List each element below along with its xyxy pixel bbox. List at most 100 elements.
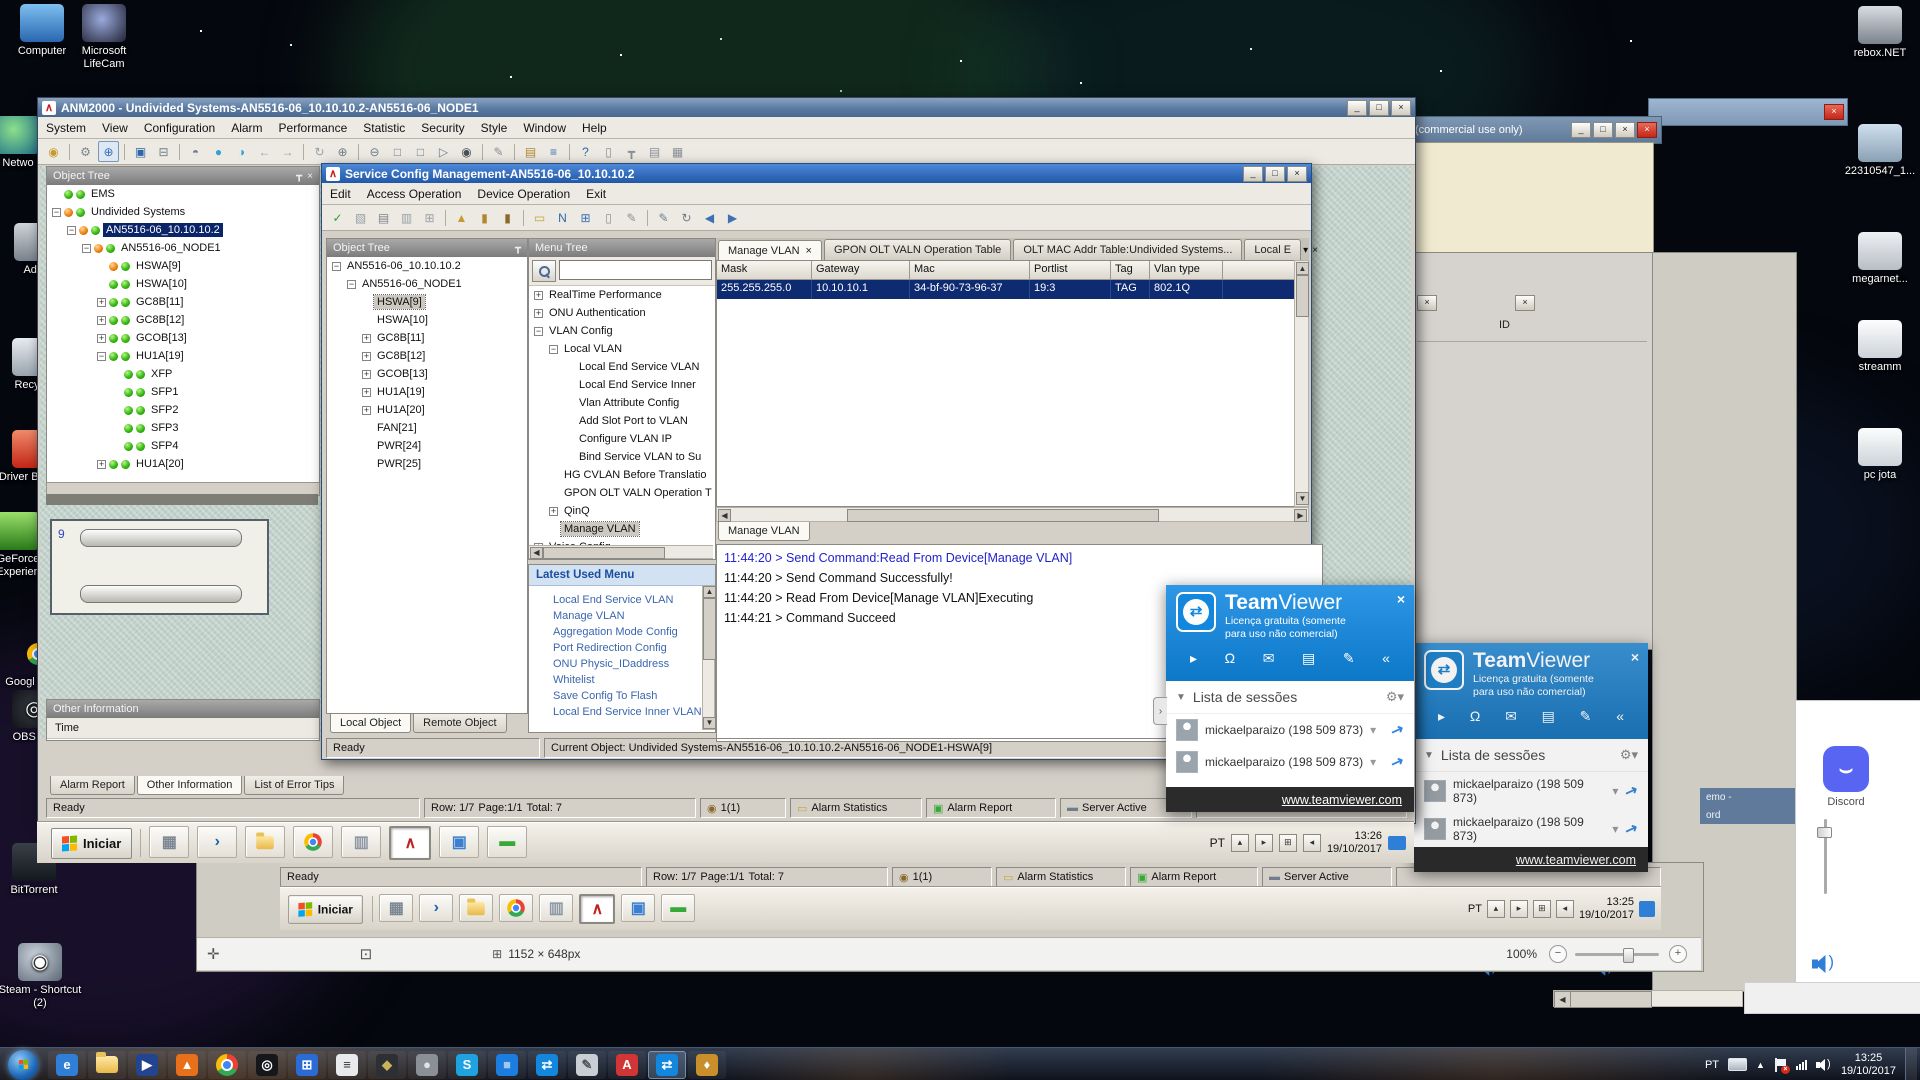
tree-item[interactable]: +GC8B[12] (327, 347, 527, 365)
expander-icon[interactable]: − (67, 226, 76, 235)
powershell-icon[interactable]: › (197, 826, 237, 858)
pin-icon[interactable]: ┳ (515, 243, 521, 254)
tree-item[interactable]: +QinQ (529, 502, 715, 520)
menu-exit[interactable]: Exit (578, 185, 614, 203)
table-vscrollbar[interactable]: ▲ ▼ (1294, 260, 1309, 507)
menu-view[interactable]: View (94, 119, 136, 137)
save-new-icon[interactable]: N (552, 207, 573, 228)
app-blue2-icon[interactable]: ■ (488, 1051, 526, 1079)
tab-alarm-report[interactable]: Alarm Report (50, 776, 135, 795)
device-shelf-thumbnail[interactable]: 9 (50, 519, 269, 615)
report-icon[interactable]: ▤ (644, 141, 665, 162)
tray-play-icon[interactable]: ▸ (1255, 834, 1273, 852)
gear-icon[interactable]: ⚙▾ (1386, 689, 1404, 705)
maximize-icon[interactable]: □ (1265, 166, 1285, 182)
close-icon[interactable]: × (1631, 649, 1639, 665)
close-icon[interactable]: × (1824, 104, 1844, 120)
tray-up-icon[interactable]: ▴ (1231, 834, 1249, 852)
zoom-out-icon[interactable]: − (1549, 945, 1567, 963)
menu-access-operation[interactable]: Access Operation (359, 185, 470, 203)
tree-item[interactable]: −AN5516-06_NODE1 (47, 239, 319, 257)
tree-item[interactable]: +GCOB[13] (327, 365, 527, 383)
desktop-icon-microsoft-lifecam[interactable]: Microsoft LifeCam (62, 4, 146, 71)
tree-item[interactable]: PWR[24] (327, 437, 527, 455)
copy-icon[interactable]: ▯ (598, 207, 619, 228)
tray-network-icon[interactable] (1639, 901, 1655, 917)
tab-manage-vlan[interactable]: Manage VLAN× (718, 240, 822, 261)
teamviewer-link[interactable]: www.teamviewer.com (1282, 793, 1402, 807)
session-entry[interactable]: mickaelparaizo (198 509 873)▾↗ (1166, 746, 1414, 778)
anm-titlebar[interactable]: ∧ ANM2000 - Undivided Systems-AN5516-06_… (38, 98, 1415, 117)
tree-item[interactable]: XFP (47, 365, 319, 383)
tree-item[interactable]: −AN5516-06_NODE1 (327, 275, 527, 293)
menu-help[interactable]: Help (574, 119, 615, 137)
table-hscrollbar[interactable]: ◀ ▶ (716, 507, 1309, 522)
zoom-in-icon[interactable]: ⊕ (332, 141, 353, 162)
desktop-icon-photo-file[interactable]: 22310547_1... (1838, 124, 1920, 178)
tray-up-icon[interactable]: ▴ (1487, 900, 1505, 918)
file-transfer-icon[interactable]: ▤ (1302, 650, 1315, 667)
tree-item[interactable]: HSWA[9] (327, 293, 527, 311)
maximize-icon[interactable]: □ (1593, 122, 1613, 138)
latest-menu-item[interactable]: Local End Service Inner VLAN (553, 704, 713, 720)
connect-cursor-icon[interactable]: ↗ (1389, 719, 1407, 740)
close-icon[interactable]: × (1615, 122, 1635, 138)
desktop-icon-pc-jota[interactable]: pc jota (1838, 428, 1920, 482)
expander-icon[interactable]: + (362, 370, 371, 379)
tray-network-icon[interactable] (1388, 836, 1406, 850)
pin-icon[interactable]: ┳ (621, 141, 642, 162)
move-tool-icon[interactable]: ✛ (207, 945, 220, 963)
topology-icon[interactable]: ⊕ (98, 141, 119, 162)
expander-icon[interactable]: + (549, 507, 558, 516)
session-entry[interactable]: mickaelparaizo (198 509 873)▾↗ (1414, 772, 1648, 810)
expander-icon[interactable]: − (347, 280, 356, 289)
tab-close-icon[interactable]: × (1312, 245, 1318, 256)
chevron-down-icon[interactable]: ▾ (1370, 723, 1376, 737)
table-delete-icon[interactable]: ▥ (396, 207, 417, 228)
tree-item[interactable]: +GC8B[11] (327, 329, 527, 347)
collapse-icon[interactable]: « (1616, 708, 1624, 725)
server-manager-icon[interactable]: ▥ (539, 894, 573, 922)
expander-icon[interactable]: + (97, 316, 106, 325)
edit-note-icon[interactable]: ▤ (520, 141, 541, 162)
collapse-icon[interactable]: « (1382, 650, 1390, 667)
session-entry[interactable]: mickaelparaizo (198 509 873)▾↗ (1414, 810, 1648, 848)
tree-item[interactable]: HG CVLAN Before Translatio (529, 466, 715, 484)
expander-icon[interactable]: + (362, 334, 371, 343)
session-entry[interactable]: mickaelparaizo (198 509 873)▾↗ (1166, 714, 1414, 746)
teamviewer-link[interactable]: www.teamviewer.com (1516, 853, 1636, 867)
writer-icon[interactable]: ≡ (328, 1051, 366, 1079)
network-adapter-icon[interactable]: ▬ (661, 894, 695, 922)
network-adapter-icon[interactable]: ▬ (487, 826, 527, 858)
latest-menu-item[interactable]: Port Redirection Config (553, 640, 713, 656)
minimize-icon[interactable]: _ (1243, 166, 1263, 182)
language-indicator[interactable]: PT (1705, 1059, 1719, 1071)
tab-list-of-error-tips[interactable]: List of Error Tips (244, 776, 344, 795)
menu-window[interactable]: Window (515, 119, 574, 137)
maximize-icon[interactable]: □ (1369, 100, 1389, 116)
settings-icon[interactable]: ⚙ (75, 141, 96, 162)
zoom-in-icon[interactable]: + (1669, 945, 1687, 963)
column-header-mask[interactable]: Mask (717, 261, 812, 280)
service-titlebar[interactable]: ∧ Service Config Management-AN5516-06_10… (322, 164, 1311, 183)
tree-item[interactable]: Add Slot Port to VLAN (529, 412, 715, 430)
tree-item[interactable]: +HU1A[20] (327, 401, 527, 419)
expander-icon[interactable]: − (97, 352, 106, 361)
tab-local-e[interactable]: Local E (1244, 239, 1301, 260)
current-alarm-icon[interactable]: ● (208, 141, 229, 162)
zoom-out-icon[interactable]: ⊖ (364, 141, 385, 162)
server-manager-icon[interactable]: ▥ (341, 826, 381, 858)
tree-item[interactable]: SFP3 (47, 419, 319, 437)
tray-back-icon[interactable]: ◂ (1556, 900, 1574, 918)
promote-icon[interactable]: ▲ (451, 207, 472, 228)
minimize-icon[interactable]: _ (1571, 122, 1591, 138)
tree-item[interactable]: HSWA[9] (47, 257, 319, 275)
clock[interactable]: 13:2519/10/2017 (1841, 1052, 1896, 1078)
chrome-icon[interactable] (293, 826, 333, 858)
tree-item[interactable]: PWR[25] (327, 455, 527, 473)
alarm-report[interactable]: ▣Alarm Report (926, 798, 1056, 818)
tree-item[interactable]: +GCOB[13] (47, 329, 319, 347)
tree-item[interactable]: Bind Service VLAN to Su (529, 448, 715, 466)
tree-config-icon[interactable]: ⊞ (575, 207, 596, 228)
volume-slider[interactable] (1824, 819, 1827, 894)
